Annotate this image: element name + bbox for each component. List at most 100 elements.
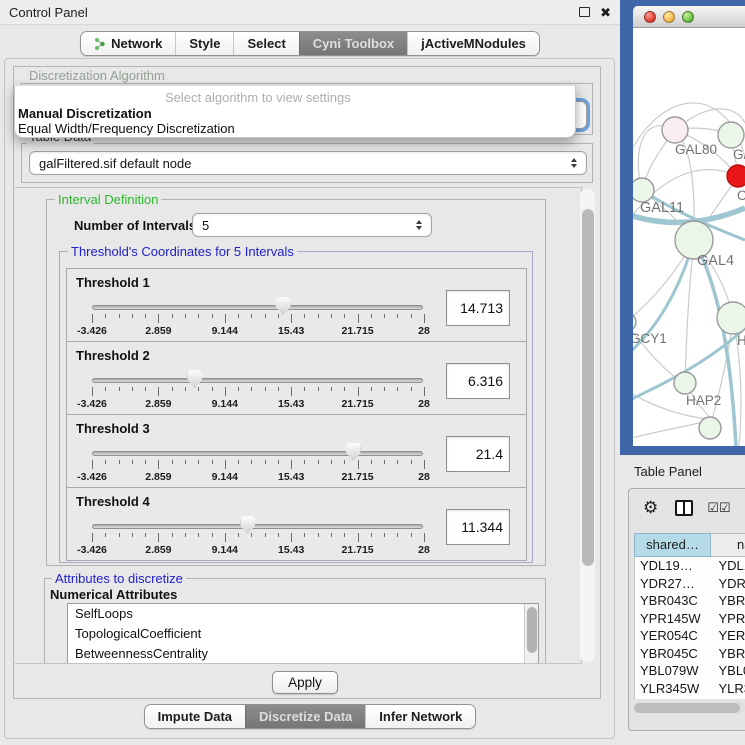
table-row[interactable]: YBR045C YBR0: [635, 645, 745, 663]
threshold-1-value-field[interactable]: 14.713: [446, 290, 510, 326]
column-header-name[interactable]: na: [711, 533, 745, 557]
column-header-shared-name[interactable]: shared…: [634, 533, 711, 557]
node-table: shared… na YDL19… YDL1 YDR27… YDR2: [634, 533, 745, 699]
threshold-4-value-field[interactable]: 11.344: [446, 509, 510, 545]
threshold-4-slider-handle[interactable]: [240, 516, 255, 534]
settings-scrollbar-thumb[interactable]: [582, 209, 594, 566]
threshold-3-slider-handle[interactable]: [346, 443, 361, 461]
tab-network[interactable]: Network: [81, 32, 175, 55]
threshold-4-ticks: [92, 533, 424, 543]
bottom-tab-bar: Impute Data Discretize Data Infer Networ…: [0, 704, 620, 729]
dropdown-item-manual[interactable]: Manual Discretization: [18, 106, 152, 121]
table-row[interactable]: YER054C YER0: [635, 627, 745, 645]
table-row[interactable]: YDL19… YDL1: [635, 557, 745, 575]
tab-discretize-data[interactable]: Discretize Data: [245, 705, 365, 728]
label-gal11: GAL11: [640, 200, 684, 216]
threshold-3-slider-track[interactable]: [92, 451, 423, 456]
threshold-2-tick-labels: -3.4262.8599.14415.4321.71528: [92, 398, 424, 410]
close-traffic-light-icon[interactable]: [644, 11, 656, 23]
table-panel-region: Table Panel ⚙ ☑ ☑ shared… na YDL19…: [620, 455, 745, 745]
number-of-intervals-value: 5: [193, 218, 411, 233]
checkbox-icon[interactable]: ☑: [707, 502, 719, 515]
algorithm-group-title: Discretization Algorithm: [26, 68, 168, 83]
threshold-row-2: Threshold 2 -3.4262.8599.14415.4321.7152…: [66, 341, 527, 415]
threshold-3-tick-labels: -3.4262.8599.14415.4321.71528: [92, 471, 424, 483]
table-panel-title: Table Panel: [634, 464, 702, 479]
discretize-content: Discretization Algorithm Select algorith…: [13, 66, 601, 699]
node-gal11[interactable]: [633, 178, 654, 202]
node-partial-top-right[interactable]: [718, 122, 744, 148]
table-row[interactable]: YIL052C YIL0: [635, 697, 745, 699]
network-window-titlebar[interactable]: [633, 6, 745, 28]
table-row[interactable]: YPR145W YPR1: [635, 610, 745, 628]
threshold-1-label: Threshold 1: [76, 275, 150, 290]
table-hscroll-thumb[interactable]: [634, 703, 740, 713]
minimize-traffic-light-icon[interactable]: [663, 11, 675, 23]
attribute-list-item[interactable]: BetweennessCentrality: [68, 644, 538, 664]
panel-title: Control Panel: [9, 5, 88, 20]
label-partial-top-right: GA: [733, 147, 745, 162]
label-gal80: GAL80: [675, 142, 717, 157]
node-selected-red[interactable]: [727, 165, 745, 187]
gear-icon[interactable]: ⚙: [643, 500, 658, 517]
node-gal80[interactable]: [662, 117, 688, 143]
dropdown-item-equal-width[interactable]: Equal Width/Frequency Discretization: [18, 121, 235, 136]
control-panel-titlebar: Control Panel ✖: [0, 0, 620, 25]
label-partial-red: C: [737, 188, 745, 203]
threshold-4-slider-track[interactable]: [92, 524, 423, 529]
numerical-attributes-label: Numerical Attributes: [50, 587, 177, 602]
top-tab-bar: Network Style Select Cyni Toolbox jActiv…: [0, 31, 620, 56]
attribute-list-item[interactable]: TopologicalCoefficient: [68, 624, 538, 644]
numerical-attributes-list: SelfLoopsTopologicalCoefficientBetweenne…: [67, 603, 539, 664]
thresholds-group: Threshold's Coordinates for 5 Intervals …: [59, 251, 533, 563]
combo-stepper-icon: [566, 158, 582, 168]
settings-scrollbar[interactable]: [580, 189, 595, 662]
screen: Control Panel ✖ Netw: [0, 0, 745, 745]
table-row[interactable]: YBR043C YBR0: [635, 592, 745, 610]
table-row[interactable]: YBL079W YBL0: [635, 662, 745, 680]
threshold-1-slider-handle[interactable]: [276, 297, 291, 315]
tab-cyni-toolbox[interactable]: Cyni Toolbox: [299, 32, 407, 55]
threshold-2-label: Threshold 2: [76, 348, 150, 363]
bottom-tab-group: Impute Data Discretize Data Infer Networ…: [144, 704, 477, 729]
node-h[interactable]: [717, 302, 745, 334]
number-of-intervals-combobox[interactable]: 5: [192, 213, 432, 237]
threshold-row-3: Threshold 3 -3.4262.8599.14415.4321.7152…: [66, 414, 527, 488]
table-row[interactable]: YDR27… YDR2: [635, 575, 745, 593]
node-gcy1[interactable]: [633, 313, 636, 331]
split-columns-icon[interactable]: [675, 500, 693, 516]
table-row[interactable]: YLR345W YLR3: [635, 680, 745, 698]
threshold-2-slider-track[interactable]: [92, 378, 423, 383]
tab-jactivemnodules[interactable]: jActiveMNodules: [407, 32, 539, 55]
network-canvas[interactable]: GAL80 GA C GAL11 GAL4 H GCY1 HAP2: [633, 28, 745, 446]
tab-style[interactable]: Style: [175, 32, 233, 55]
table-data-value: galFiltered.sif default node: [30, 156, 566, 171]
threshold-row-1: Threshold 1 -3.4262.8599.14415.4321.7152…: [66, 268, 527, 342]
list-scrollbar-thumb[interactable]: [527, 607, 537, 653]
threshold-3-value-field[interactable]: 21.4: [446, 436, 510, 472]
label-gal4: GAL4: [697, 253, 734, 269]
list-scrollbar[interactable]: [524, 604, 538, 664]
settings-scroll-viewport: Interval Definition Number of Intervals …: [15, 187, 582, 664]
checkbox-icon[interactable]: ☑: [719, 502, 731, 515]
threshold-1-slider-track[interactable]: [92, 305, 423, 310]
float-window-icon[interactable]: [579, 7, 590, 17]
table-data-combobox[interactable]: galFiltered.sif default node: [29, 151, 587, 175]
network-icon: [94, 37, 106, 51]
close-icon[interactable]: ✖: [600, 6, 611, 19]
tab-select[interactable]: Select: [233, 32, 298, 55]
threshold-3-label: Threshold 3: [76, 421, 150, 436]
number-of-intervals-label: Number of Intervals: [74, 218, 196, 233]
zoom-traffic-light-icon[interactable]: [682, 11, 694, 23]
node-bottom[interactable]: [699, 417, 721, 439]
threshold-2-ticks: [92, 387, 424, 397]
attribute-list-item[interactable]: SelfLoops: [68, 604, 538, 624]
table-toolbar: ⚙ ☑ ☑: [629, 495, 745, 521]
threshold-2-value-field[interactable]: 6.316: [446, 363, 510, 399]
apply-button[interactable]: Apply: [272, 671, 338, 694]
threshold-2-slider-handle[interactable]: [187, 370, 202, 388]
tab-infer-network[interactable]: Infer Network: [365, 705, 475, 728]
tab-impute-data[interactable]: Impute Data: [145, 705, 245, 728]
node-hap2[interactable]: [674, 372, 696, 394]
table-horizontal-scrollbar[interactable]: [633, 701, 745, 714]
